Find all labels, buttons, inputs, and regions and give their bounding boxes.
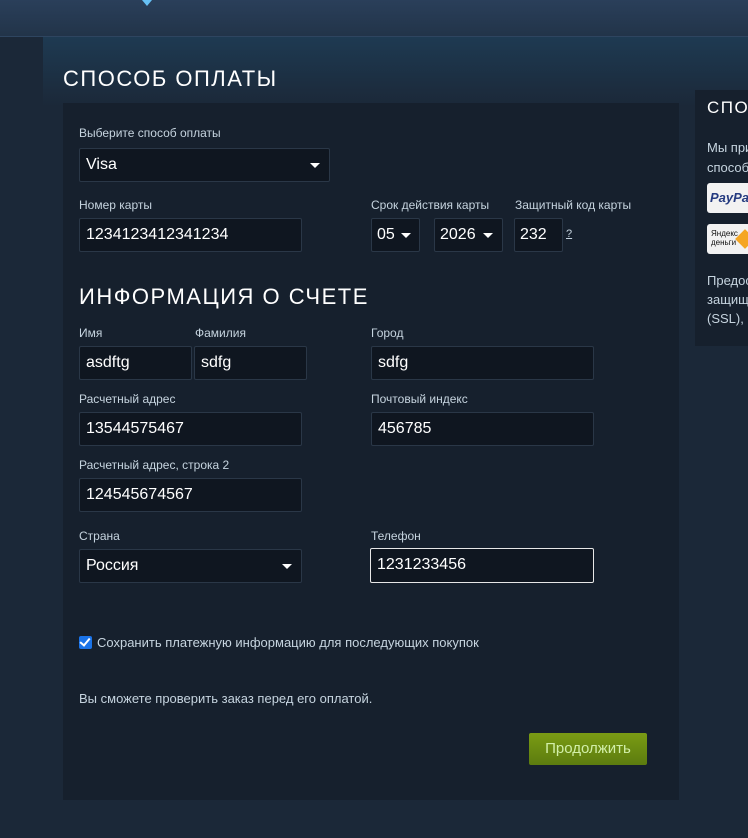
- expiry-year-value: 2026: [440, 226, 476, 243]
- address2-label: Расчетный адрес, строка 2: [79, 458, 230, 472]
- country-label: Страна: [79, 529, 120, 543]
- cvv-input[interactable]: 232: [514, 218, 563, 252]
- top-navigation-bar: [0, 0, 748, 37]
- yandex-logo-text: Яндекс деньги: [711, 229, 738, 247]
- page-title: СПОСОБ ОПЛАТЫ: [63, 66, 278, 91]
- address-input[interactable]: 13544575467: [79, 412, 302, 446]
- paypal-logo-text: PayPal: [710, 190, 748, 205]
- country-select[interactable]: Россия: [79, 549, 302, 583]
- side-footer-line: защищ: [707, 292, 748, 307]
- country-value: Россия: [86, 557, 139, 574]
- first-name-input[interactable]: asdftg: [79, 346, 192, 380]
- cvv-help-link[interactable]: ?: [566, 228, 572, 240]
- phone-label: Телефон: [371, 529, 421, 543]
- nav-active-indicator-icon: [142, 0, 152, 6]
- payment-method-value: Visa: [86, 156, 117, 173]
- address2-input[interactable]: 124545674567: [79, 478, 302, 512]
- side-text-line: способ: [707, 160, 748, 175]
- phone-input[interactable]: 1231233456: [370, 548, 594, 583]
- save-info-checkbox[interactable]: [79, 635, 92, 649]
- address-label: Расчетный адрес: [79, 392, 176, 406]
- chevron-down-icon: [310, 163, 320, 168]
- chevron-down-icon: [483, 233, 493, 238]
- first-name-label: Имя: [79, 326, 103, 340]
- expiry-month-select[interactable]: 05: [371, 218, 420, 252]
- payment-method-label: Выберите способ оплаты: [79, 126, 221, 140]
- chevron-down-icon: [401, 233, 411, 238]
- payment-info-side-panel: СПО Мы при способ PayPal Яндексденьги Пр…: [695, 90, 748, 346]
- city-label: Город: [371, 326, 404, 340]
- continue-button[interactable]: Продолжить: [529, 733, 647, 765]
- save-info-label[interactable]: Сохранить платежную информацию для после…: [97, 635, 479, 650]
- yandex-money-logo: Яндекс деньги: [707, 224, 748, 254]
- expiry-label: Срок действия карты: [371, 198, 490, 212]
- paypal-logo: PayPal: [707, 183, 748, 213]
- city-input[interactable]: sdfg: [371, 346, 594, 380]
- chevron-down-icon: [282, 564, 292, 569]
- card-number-label: Номер карты: [79, 198, 152, 212]
- side-footer-line: Предос: [707, 273, 748, 288]
- last-name-input[interactable]: sdfg: [194, 346, 307, 380]
- card-number-input[interactable]: 1234123412341234: [79, 218, 302, 252]
- side-panel-title: СПО: [707, 98, 748, 117]
- side-footer-line: (SSL), и: [707, 311, 748, 326]
- zip-input[interactable]: 456785: [371, 412, 594, 446]
- review-note: Вы сможете проверить заказ перед его опл…: [79, 691, 373, 706]
- expiry-year-select[interactable]: 2026: [434, 218, 503, 252]
- last-name-label: Фамилия: [195, 326, 246, 340]
- zip-label: Почтовый индекс: [371, 392, 468, 406]
- cvv-label: Защитный код карты: [515, 198, 632, 212]
- payment-method-select[interactable]: Visa: [79, 148, 330, 182]
- billing-section-title: ИНФОРМАЦИЯ О СЧЕТЕ: [79, 284, 369, 309]
- side-text-line: Мы при: [707, 140, 748, 155]
- checkmark-icon: [79, 635, 91, 647]
- expiry-month-value: 05: [377, 226, 395, 243]
